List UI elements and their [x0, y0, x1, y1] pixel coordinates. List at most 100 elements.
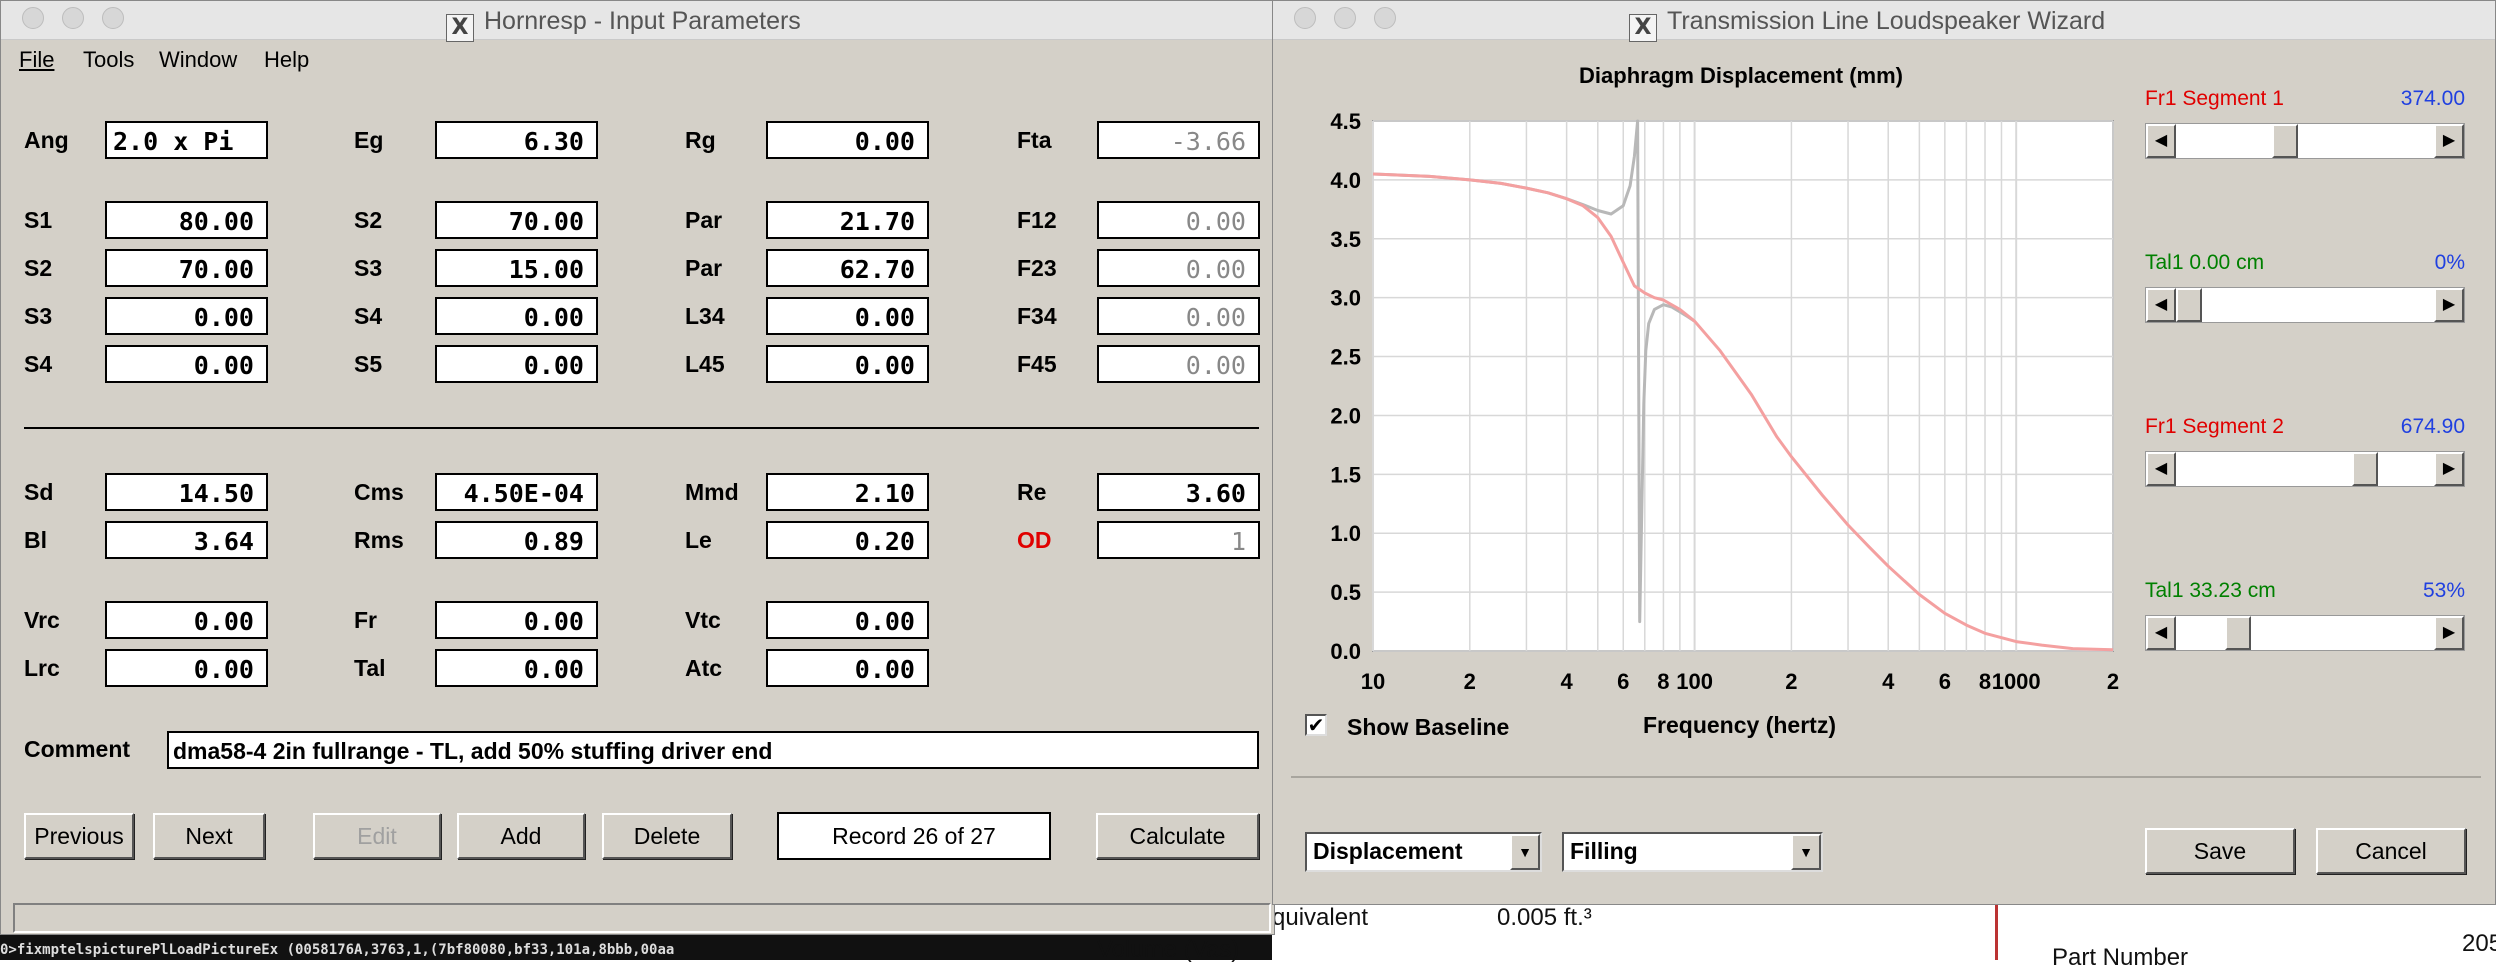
chevron-down-icon[interactable]: ▼	[1791, 834, 1821, 870]
slider-thumb-0[interactable]	[2271, 124, 2298, 158]
param-field-par[interactable]: 21.70	[766, 201, 929, 239]
param-field-s4[interactable]: 0.00	[435, 297, 598, 335]
mode-combo[interactable]: Displacement ▼	[1305, 832, 1542, 872]
slider-track-2[interactable]: ◀ ▶	[2145, 451, 2465, 487]
param-field-rg[interactable]: 0.00	[766, 121, 929, 159]
param-field-f34[interactable]: 0.00	[1097, 297, 1260, 335]
param-field-f12[interactable]: 0.00	[1097, 201, 1260, 239]
scroll-right-arrow-icon[interactable]: ▶	[2434, 452, 2464, 486]
param-label-s4: S4	[354, 303, 383, 329]
edit-button[interactable]: Edit	[313, 813, 441, 859]
param-label-s5: S5	[354, 351, 383, 377]
param-label-s2: S2	[24, 255, 53, 281]
param-field-le[interactable]: 0.20	[766, 521, 929, 559]
param-field-od[interactable]: 1	[1097, 521, 1260, 559]
param-field-tal[interactable]: 0.00	[435, 649, 598, 687]
param-field-vtc[interactable]: 0.00	[766, 601, 929, 639]
param-field-fta[interactable]: -3.66	[1097, 121, 1260, 159]
param-field-s3[interactable]: 0.00	[105, 297, 268, 335]
scroll-left-arrow-icon[interactable]: ◀	[2146, 616, 2176, 650]
menu-tools[interactable]: Tools	[83, 47, 134, 73]
param-label-f12: F12	[1017, 207, 1057, 233]
param-label-s3: S3	[354, 255, 383, 281]
scroll-left-arrow-icon[interactable]: ◀	[2146, 288, 2176, 322]
menu-help[interactable]: Help	[264, 47, 309, 73]
param-field-s2[interactable]: 70.00	[105, 249, 268, 287]
param-label-sd: Sd	[24, 479, 54, 505]
slider-track-0[interactable]: ◀ ▶	[2145, 123, 2465, 159]
slider-thumb-3[interactable]	[2225, 616, 2252, 650]
param-field-ang[interactable]: 2.0 x Pi	[105, 121, 268, 159]
minimize-window-button[interactable]	[62, 7, 84, 29]
maximize-window-button[interactable]	[102, 7, 124, 29]
slider-thumb-2[interactable]	[2351, 452, 2378, 486]
y-tick-label: 4.0	[1330, 168, 1361, 193]
add-button[interactable]: Add	[457, 813, 585, 859]
menu-file[interactable]: File	[19, 47, 54, 73]
show-baseline-checkbox[interactable]: ✔	[1305, 714, 1327, 736]
next-button[interactable]: Next	[153, 813, 265, 859]
calculate-button[interactable]: Calculate	[1096, 813, 1259, 859]
param-label-s4: S4	[24, 351, 53, 377]
scroll-right-arrow-icon[interactable]: ▶	[2434, 124, 2464, 158]
x-tick-label: 100	[1676, 669, 1713, 694]
param-field-s2[interactable]: 70.00	[435, 201, 598, 239]
wizard-maximize-button[interactable]	[1374, 7, 1396, 29]
param-label-mmd: Mmd	[685, 479, 739, 505]
slider-thumb-1[interactable]	[2176, 288, 2202, 322]
x-tick-label: 8	[1979, 669, 1991, 694]
param-field-f45[interactable]: 0.00	[1097, 345, 1260, 383]
param-label-fta: Fta	[1017, 127, 1052, 153]
scroll-right-arrow-icon[interactable]: ▶	[2434, 616, 2464, 650]
scroll-left-arrow-icon[interactable]: ◀	[2146, 452, 2176, 486]
param-field-eg[interactable]: 6.30	[435, 121, 598, 159]
scroll-left-arrow-icon[interactable]: ◀	[2146, 124, 2176, 158]
y-tick-label: 2.5	[1330, 345, 1361, 370]
param-label-s1: S1	[24, 207, 53, 233]
param-field-f23[interactable]: 0.00	[1097, 249, 1260, 287]
param-field-par[interactable]: 62.70	[766, 249, 929, 287]
param-label-f34: F34	[1017, 303, 1057, 329]
param-field-vrc[interactable]: 0.00	[105, 601, 268, 639]
x-tick-label: 2	[2107, 669, 2119, 694]
y-tick-label: 4.5	[1330, 109, 1361, 134]
param-field-lrc[interactable]: 0.00	[105, 649, 268, 687]
param-field-cms[interactable]: 4.50E-04	[435, 473, 598, 511]
param-field-s5[interactable]: 0.00	[435, 345, 598, 383]
x-tick-label: 1000	[1992, 669, 2041, 694]
param-field-l45[interactable]: 0.00	[766, 345, 929, 383]
param-field-bl[interactable]: 3.64	[105, 521, 268, 559]
param-field-s1[interactable]: 80.00	[105, 201, 268, 239]
material-combo[interactable]: Filling ▼	[1562, 832, 1823, 872]
save-button[interactable]: Save	[2145, 828, 2295, 874]
param-field-mmd[interactable]: 2.10	[766, 473, 929, 511]
wizard-separator	[1291, 776, 2481, 778]
wizard-titlebar[interactable]: X Transmission Line Loudspeaker Wizard	[1273, 1, 2495, 42]
param-field-atc[interactable]: 0.00	[766, 649, 929, 687]
wizard-title: X Transmission Line Loudspeaker Wizard	[1629, 7, 2105, 42]
y-tick-label: 2.0	[1330, 403, 1361, 428]
background-divider	[1995, 905, 1998, 960]
param-field-s3[interactable]: 15.00	[435, 249, 598, 287]
chevron-down-icon[interactable]: ▼	[1510, 834, 1540, 870]
param-field-rms[interactable]: 0.89	[435, 521, 598, 559]
comment-field[interactable]: dma58-4 2in fullrange - TL, add 50% stuf…	[167, 731, 1259, 769]
param-field-fr[interactable]: 0.00	[435, 601, 598, 639]
close-window-button[interactable]	[22, 7, 44, 29]
param-label-fr: Fr	[354, 607, 377, 633]
wizard-minimize-button[interactable]	[1334, 7, 1356, 29]
wizard-close-button[interactable]	[1294, 7, 1316, 29]
scroll-right-arrow-icon[interactable]: ▶	[2434, 288, 2464, 322]
delete-button[interactable]: Delete	[602, 813, 732, 859]
param-field-s4[interactable]: 0.00	[105, 345, 268, 383]
input-titlebar[interactable]: X Hornresp - Input Parameters	[1, 1, 1274, 42]
param-field-sd[interactable]: 14.50	[105, 473, 268, 511]
menu-window[interactable]: Window	[159, 47, 237, 73]
slider-track-3[interactable]: ◀ ▶	[2145, 615, 2465, 651]
slider-track-1[interactable]: ◀ ▶	[2145, 287, 2465, 323]
param-field-re[interactable]: 3.60	[1097, 473, 1260, 511]
record-indicator: Record 26 of 27	[777, 812, 1051, 860]
param-field-l34[interactable]: 0.00	[766, 297, 929, 335]
previous-button[interactable]: Previous	[24, 813, 134, 859]
cancel-button[interactable]: Cancel	[2316, 828, 2466, 874]
